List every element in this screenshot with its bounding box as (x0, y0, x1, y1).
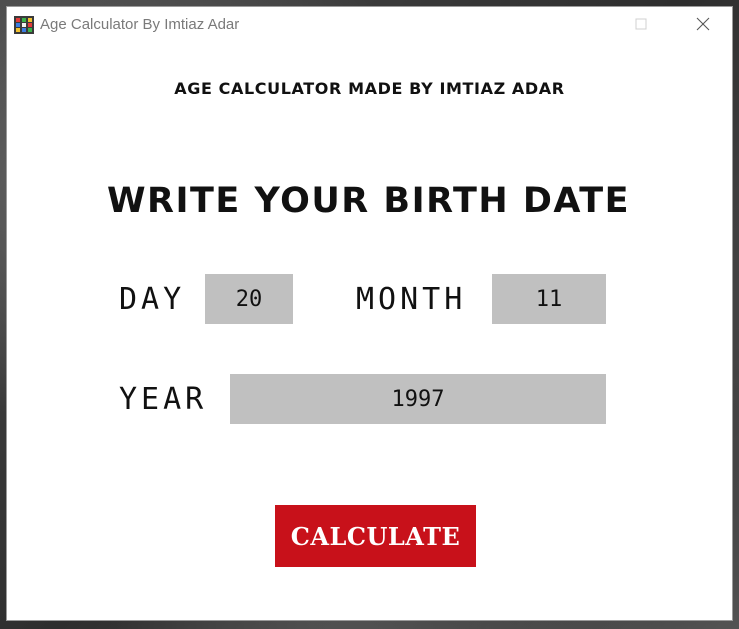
maximize-icon (635, 18, 647, 30)
year-label: YEAR (119, 382, 208, 417)
page-title: WRITE YOUR BIRTH DATE (106, 181, 631, 221)
year-input[interactable] (230, 374, 606, 424)
app-subtitle: AGE CALCULATOR MADE BY IMTIAZ ADAR (174, 79, 565, 98)
month-label: MONTH (356, 282, 467, 317)
minimize-icon (570, 23, 580, 25)
day-label: DAY (119, 282, 186, 317)
title-bar[interactable]: Age Calculator By Imtiaz Adar (7, 7, 732, 43)
day-input[interactable] (205, 274, 293, 324)
app-window: Age Calculator By Imtiaz Adar AGE CALCUL… (6, 6, 733, 621)
maximize-button[interactable] (618, 7, 664, 41)
app-icon (14, 16, 34, 34)
close-icon (696, 17, 710, 31)
calculate-button[interactable]: CALCULATE (275, 505, 476, 567)
window-title: Age Calculator By Imtiaz Adar (40, 16, 240, 33)
minimize-button[interactable] (552, 7, 598, 41)
month-input[interactable] (492, 274, 606, 324)
close-button[interactable] (680, 7, 726, 41)
